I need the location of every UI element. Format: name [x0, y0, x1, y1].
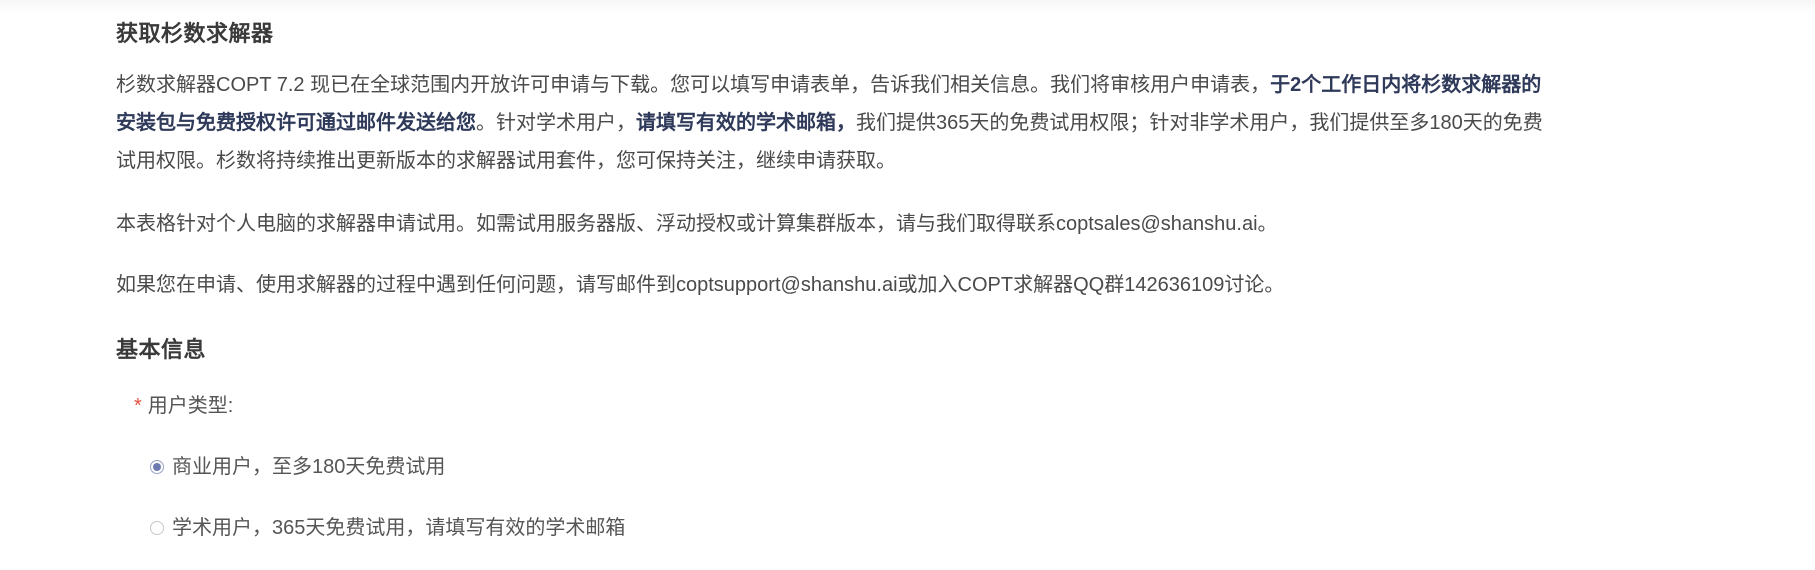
radio-checked-icon[interactable]: [150, 460, 164, 474]
page-title: 获取杉数求解器: [116, 21, 274, 46]
scope-paragraph: 本表格针对个人电脑的求解器申请试用。如需试用服务器版、浮动授权或计算集群版本，请…: [116, 213, 1278, 235]
intro-text-1: 杉数求解器COPT 7.2 现已在全球范围内开放许可申请与下载。您可以填写申请表…: [116, 74, 1271, 96]
radio-unchecked-icon[interactable]: [150, 521, 164, 535]
required-mark: *: [134, 395, 142, 417]
radio-commercial-label: 商业用户，至多180天免费试用: [172, 456, 446, 478]
intro-text-2: 。针对学术用户，: [476, 112, 636, 134]
user-type-label-text: 用户类型:: [147, 395, 234, 417]
intro-paragraph: 杉数求解器COPT 7.2 现已在全球范围内开放许可申请与下载。您可以填写申请表…: [116, 66, 1556, 180]
support-paragraph: 如果您在申请、使用求解器的过程中遇到任何问题，请写邮件到coptsupport@…: [116, 274, 1285, 296]
intro-bold-2: 请填写有效的学术邮箱，: [636, 112, 856, 134]
basic-info-title: 基本信息: [116, 337, 207, 362]
radio-academic-label: 学术用户，365天免费试用，请填写有效的学术邮箱: [172, 517, 626, 539]
header-shadow: [0, 0, 1815, 14]
radio-academic-user[interactable]: 学术用户，365天免费试用，请填写有效的学术邮箱: [150, 514, 625, 542]
user-type-label: * 用户类型:: [134, 392, 233, 420]
radio-commercial-user[interactable]: 商业用户，至多180天免费试用: [150, 453, 445, 481]
